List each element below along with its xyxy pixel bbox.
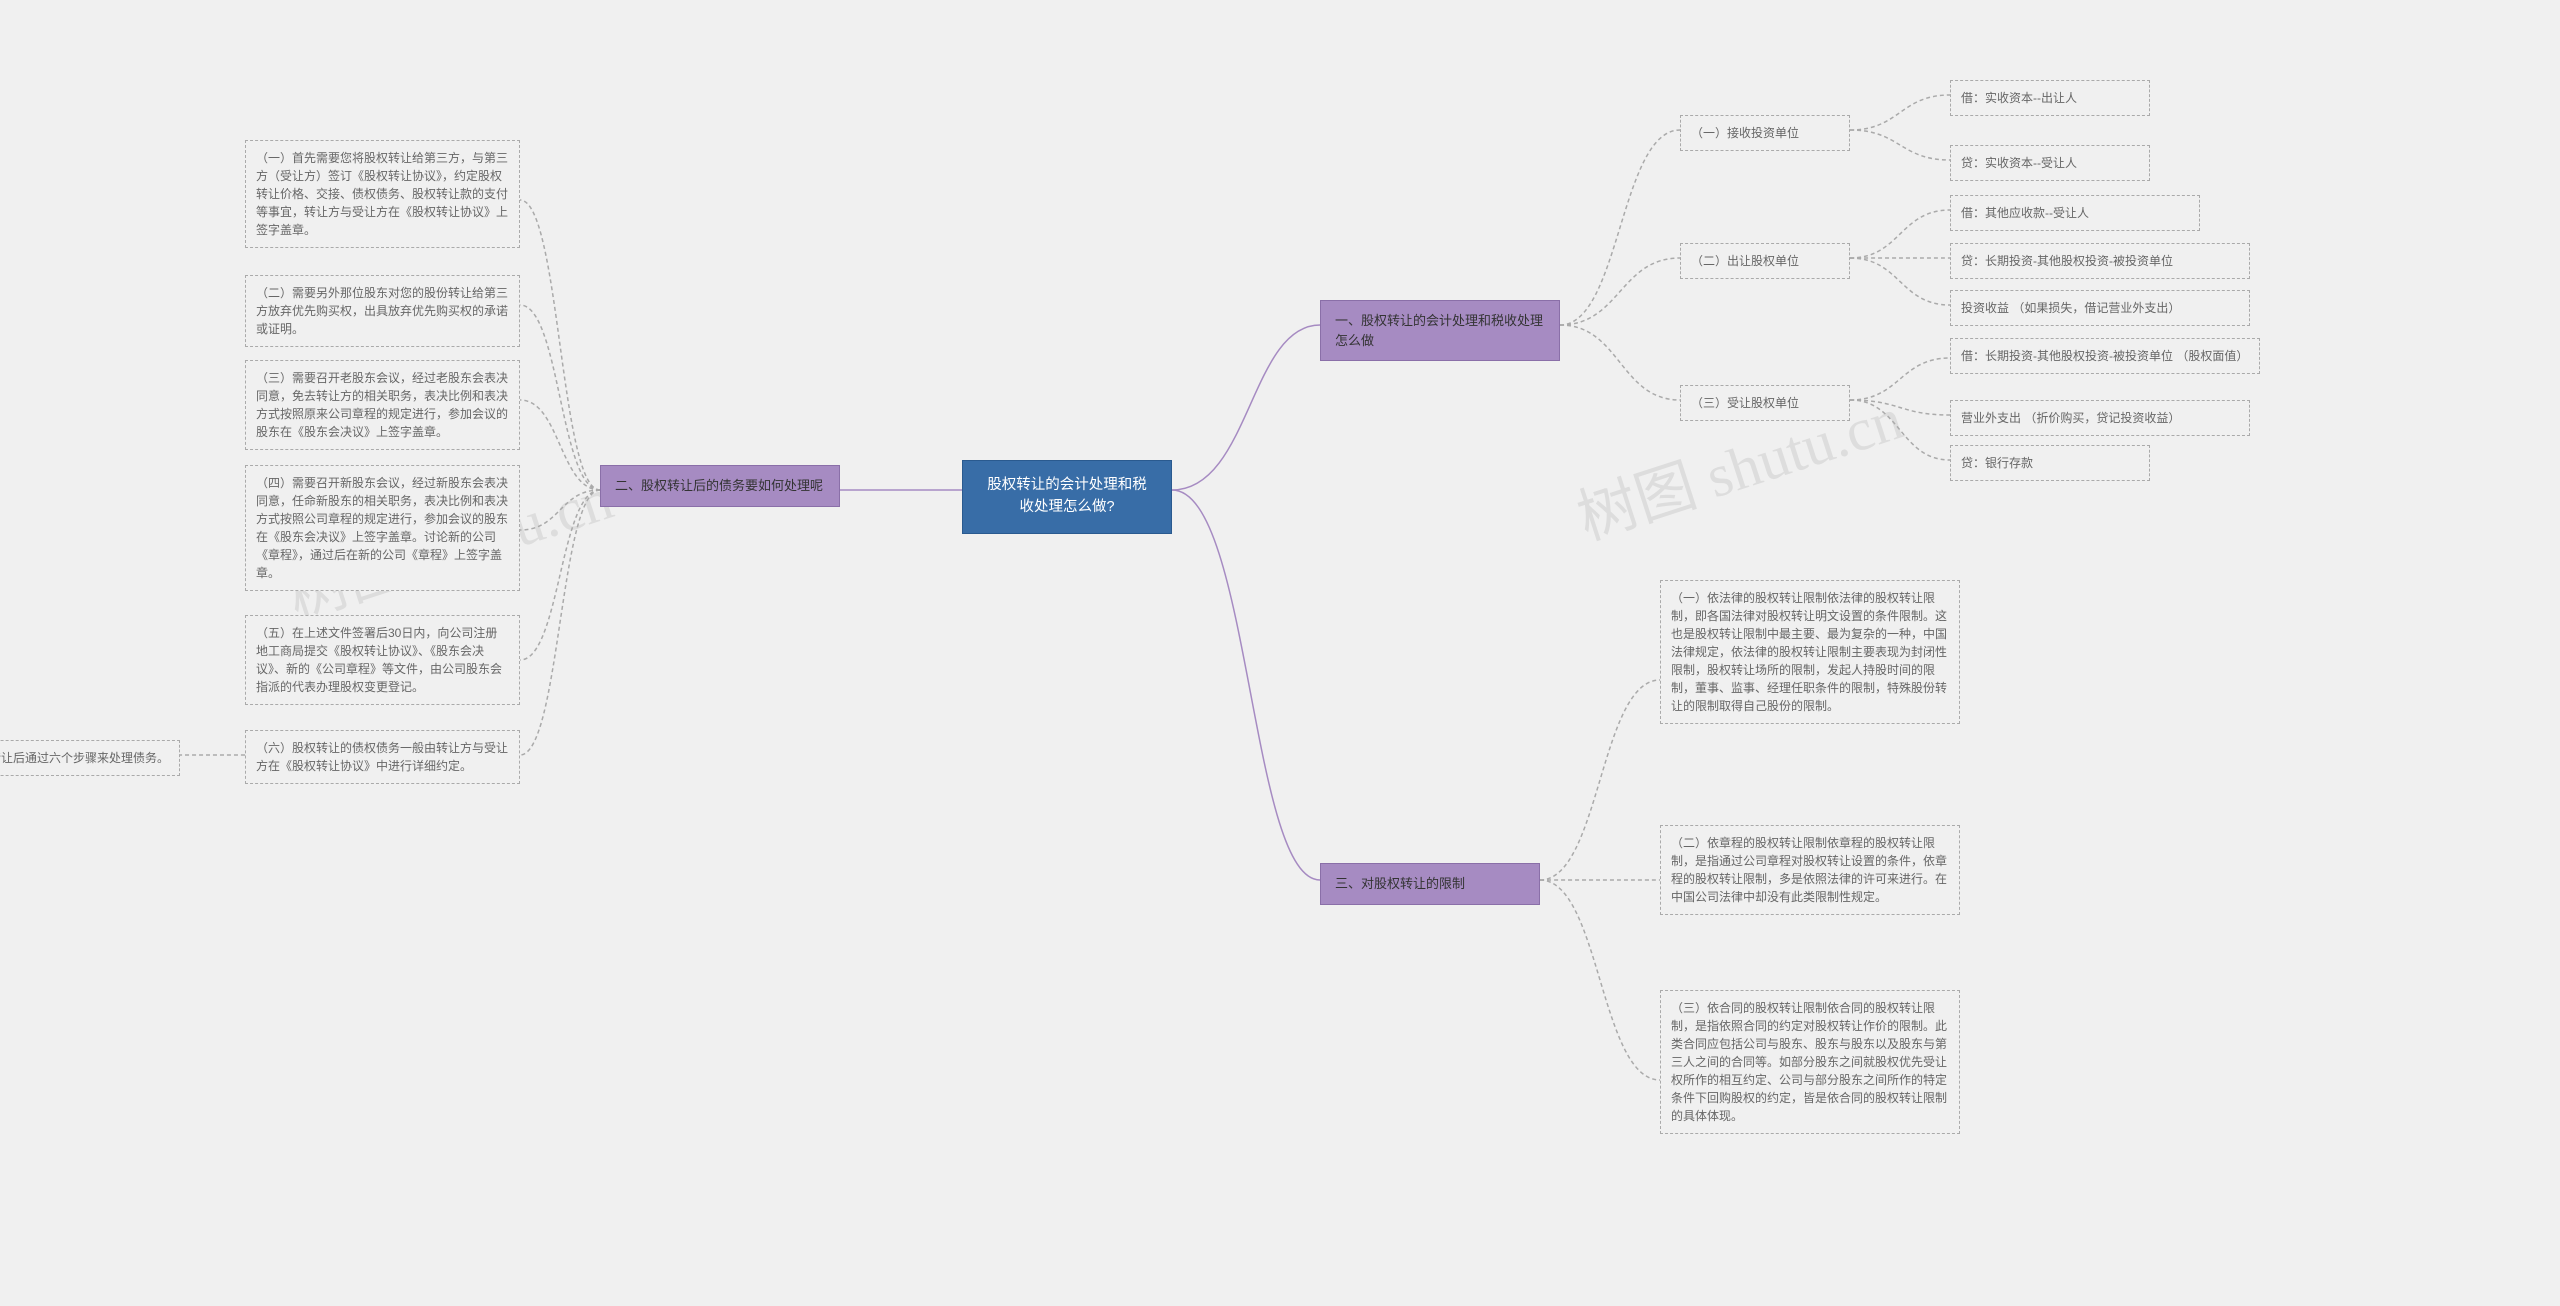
center-node[interactable]: 股权转让的会计处理和税收处理怎么做? [962, 460, 1172, 534]
branch-1-sub-1-item-2[interactable]: 贷：实收资本--受让人 [1950, 145, 2150, 181]
branch-2-item-1[interactable]: （一）首先需要您将股权转让给第三方，与第三方（受让方）签订《股权转让协议》，约定… [245, 140, 520, 248]
branch-2[interactable]: 二、股权转让后的债务要如何处理呢 [600, 465, 840, 507]
branch-2-item-6[interactable]: （六）股权转让的债权债务一般由转让方与受让方在《股权转让协议》中进行详细约定。 [245, 730, 520, 784]
branch-2-item-2[interactable]: （二）需要另外那位股东对您的股份转让给第三方放弃优先购买权，出具放弃优先购买权的… [245, 275, 520, 347]
branch-2-extra[interactable]: 通常股权转让后通过六个步骤来处理债务。 [0, 740, 180, 776]
branch-1-sub-2[interactable]: （二）出让股权单位 [1680, 243, 1850, 279]
branch-1-sub-1-item-1[interactable]: 借：实收资本--出让人 [1950, 80, 2150, 116]
branch-1-sub-2-item-3[interactable]: 投资收益 （如果损失，借记营业外支出） [1950, 290, 2250, 326]
branch-1-sub-3-item-3[interactable]: 贷：银行存款 [1950, 445, 2150, 481]
branch-1-sub-1[interactable]: （一）接收投资单位 [1680, 115, 1850, 151]
mindmap-canvas: 树图 shutu.cn 树图 shutu.cn [0, 0, 2560, 1306]
branch-1[interactable]: 一、股权转让的会计处理和税收处理怎么做 [1320, 300, 1560, 361]
branch-1-sub-3-item-2[interactable]: 营业外支出 （折价购买，贷记投资收益） [1950, 400, 2250, 436]
branch-1-sub-3-item-1[interactable]: 借：长期投资-其他股权投资-被投资单位 （股权面值） [1950, 338, 2260, 374]
branch-1-sub-2-item-1[interactable]: 借：其他应收款--受让人 [1950, 195, 2200, 231]
branch-1-sub-2-item-2[interactable]: 贷：长期投资-其他股权投资-被投资单位 [1950, 243, 2250, 279]
branch-3-item-2[interactable]: （二）依章程的股权转让限制依章程的股权转让限制，是指通过公司章程对股权转让设置的… [1660, 825, 1960, 915]
branch-2-item-4[interactable]: （四）需要召开新股东会议，经过新股东会表决同意，任命新股东的相关职务，表决比例和… [245, 465, 520, 591]
branch-1-sub-3[interactable]: （三）受让股权单位 [1680, 385, 1850, 421]
branch-2-item-5[interactable]: （五）在上述文件签署后30日内，向公司注册地工商局提交《股权转让协议》、《股东会… [245, 615, 520, 705]
branch-3-item-1[interactable]: （一）依法律的股权转让限制依法律的股权转让限制，即各国法律对股权转让明文设置的条… [1660, 580, 1960, 724]
branch-3-item-3[interactable]: （三）依合同的股权转让限制依合同的股权转让限制，是指依照合同的约定对股权转让作价… [1660, 990, 1960, 1134]
branch-2-item-3[interactable]: （三）需要召开老股东会议，经过老股东会表决同意，免去转让方的相关职务，表决比例和… [245, 360, 520, 450]
branch-3[interactable]: 三、对股权转让的限制 [1320, 863, 1540, 905]
